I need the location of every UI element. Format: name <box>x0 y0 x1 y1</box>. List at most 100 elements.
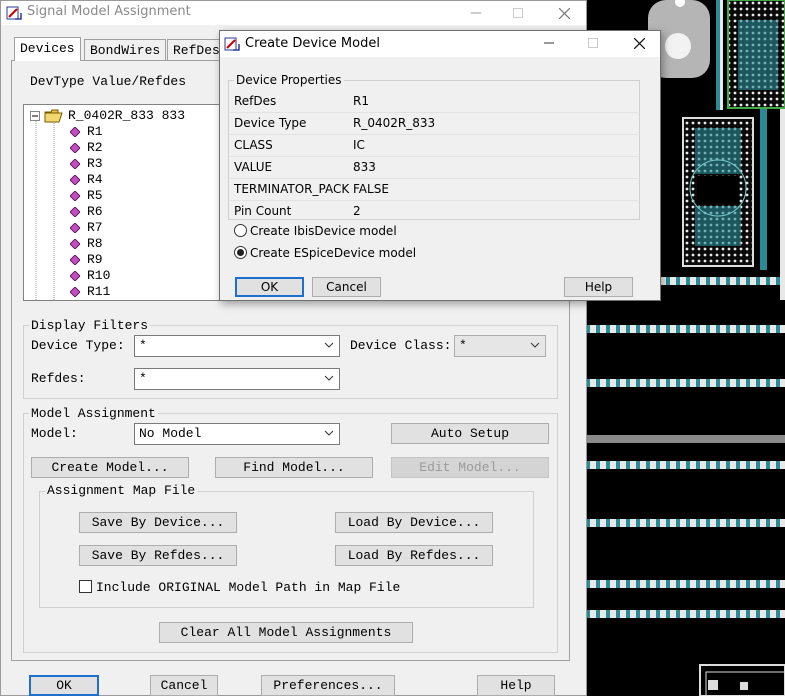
close-icon <box>633 37 645 49</box>
device-gem-icon <box>70 175 80 185</box>
tree-child-label: R1 <box>87 124 103 139</box>
property-separator <box>230 178 638 179</box>
devtype-label: DevType Value/Refdes <box>30 74 187 89</box>
chevron-down-icon <box>324 430 334 436</box>
tree-child-node[interactable]: R11 <box>24 284 228 300</box>
tree-child-label: R7 <box>87 220 103 235</box>
find-model-button[interactable]: Find Model... <box>215 457 373 478</box>
chevron-down-icon <box>324 342 334 348</box>
minimize-icon <box>544 42 554 44</box>
device-gem-icon <box>70 207 80 217</box>
chevron-down-icon <box>324 375 334 381</box>
property-separator <box>230 156 638 157</box>
property-value: 833 <box>353 160 376 174</box>
tree-child-label: R6 <box>87 204 103 219</box>
clear-all-assignments-button[interactable]: Clear All Model Assignments <box>159 622 413 643</box>
auto-setup-button[interactable]: Auto Setup <box>391 423 549 444</box>
help-button[interactable]: Help <box>477 675 555 696</box>
device-gem-icon <box>70 143 80 153</box>
tree-child-node[interactable]: R9 <box>24 252 228 268</box>
tree-child-label: R10 <box>87 268 111 283</box>
create-ibis-label: Create IbisDevice model <box>250 224 397 238</box>
device-class-value: * <box>459 338 467 353</box>
model-combo[interactable]: No Model <box>134 423 340 445</box>
dialog-close-button[interactable] <box>616 31 662 55</box>
save-by-refdes-button[interactable]: Save By Refdes... <box>79 545 237 566</box>
dialog-minimize-button[interactable] <box>526 31 572 55</box>
property-key: Pin Count <box>234 204 292 218</box>
property-key: CLASS <box>234 138 273 152</box>
tree-child-node[interactable]: R3 <box>24 156 228 172</box>
tree-child-node[interactable]: R10 <box>24 268 228 284</box>
dialog-maximize-button[interactable] <box>570 31 616 55</box>
collapse-icon[interactable] <box>30 111 40 121</box>
maximize-icon <box>588 38 598 48</box>
tree-child-label: R5 <box>87 188 103 203</box>
property-value: 2 <box>353 204 361 218</box>
device-type-combo[interactable]: * <box>134 335 340 357</box>
include-original-label: Include ORIGINAL Model Path in Map File <box>96 580 401 595</box>
create-ibis-radio[interactable] <box>234 224 247 237</box>
tab-refdes[interactable]: RefDes <box>167 39 226 61</box>
title-bar[interactable]: Signal Model Assignment <box>1 1 586 25</box>
property-separator <box>230 134 638 135</box>
load-by-refdes-button[interactable]: Load By Refdes... <box>335 545 493 566</box>
dialog-title-bar[interactable]: Create Device Model <box>220 31 660 57</box>
maximize-icon <box>513 8 523 18</box>
device-class-combo[interactable]: * <box>454 335 546 357</box>
model-assignment-title: Model Assignment <box>29 406 158 421</box>
folder-open-icon <box>44 109 63 123</box>
tree-child-node[interactable]: R4 <box>24 172 228 188</box>
tree-child-label: R4 <box>87 172 103 187</box>
dialog-ok-button[interactable]: OK <box>235 277 304 297</box>
tree-child-label: R3 <box>87 156 103 171</box>
property-value: IC <box>353 138 365 152</box>
display-filters-title: Display Filters <box>29 318 151 333</box>
device-gem-icon <box>70 223 80 233</box>
tree-child-node[interactable]: R6 <box>24 204 228 220</box>
ok-button[interactable]: OK <box>29 675 99 696</box>
tree-root-node[interactable]: R_0402R_833 833 <box>24 108 228 124</box>
create-espice-radio[interactable] <box>234 246 247 259</box>
dialog-cancel-button[interactable]: Cancel <box>312 277 381 297</box>
app-icon <box>6 6 22 20</box>
minimize-button[interactable] <box>453 1 499 25</box>
preferences-button[interactable]: Preferences... <box>261 675 395 696</box>
tree-child-node[interactable]: R1 <box>24 124 228 140</box>
tab-bondwires[interactable]: BondWires <box>84 39 167 61</box>
property-value: R_0402R_833 <box>353 116 436 130</box>
close-button[interactable] <box>541 1 587 25</box>
create-model-button[interactable]: Create Model... <box>31 457 189 478</box>
device-properties-title: Device Properties <box>234 73 344 87</box>
tree-child-node[interactable]: R8 <box>24 236 228 252</box>
window-title: Signal Model Assignment <box>27 4 191 19</box>
device-properties-group <box>228 80 640 220</box>
tree-child-label: R11 <box>87 284 111 299</box>
dialog-help-button[interactable]: Help <box>564 277 633 297</box>
tree-child-label: R8 <box>87 236 103 251</box>
tab-devices[interactable]: Devices <box>14 37 81 61</box>
tree-child-label: R2 <box>87 140 103 155</box>
edit-model-button[interactable]: Edit Model... <box>391 457 549 478</box>
assignment-map-file-title: Assignment Map File <box>45 483 198 498</box>
app-icon <box>224 37 240 51</box>
cancel-button[interactable]: Cancel <box>150 675 218 696</box>
tree-child-node[interactable]: R5 <box>24 188 228 204</box>
device-type-value: * <box>139 338 147 353</box>
device-gem-icon <box>70 271 80 281</box>
load-by-device-button[interactable]: Load By Device... <box>335 512 493 533</box>
refdes-combo[interactable]: * <box>134 368 340 390</box>
tree-child-node[interactable]: R7 <box>24 220 228 236</box>
model-label: Model: <box>31 426 78 441</box>
property-key: TERMINATOR_PACK <box>234 182 350 196</box>
model-value: No Model <box>139 426 202 441</box>
device-gem-icon <box>70 191 80 201</box>
tree-root-label: R_0402R_833 833 <box>68 108 186 123</box>
maximize-button[interactable] <box>495 1 541 25</box>
save-by-device-button[interactable]: Save By Device... <box>79 512 237 533</box>
tree-child-node[interactable]: R2 <box>24 140 228 156</box>
include-original-checkbox[interactable] <box>79 580 92 593</box>
property-value: FALSE <box>353 182 389 196</box>
dialog-title: Create Device Model <box>245 36 380 51</box>
device-tree[interactable]: R_0402R_833 833 R1 R2 R3 R4 R5 R6 R7 R8 R9 R10 R11 <box>23 104 229 301</box>
